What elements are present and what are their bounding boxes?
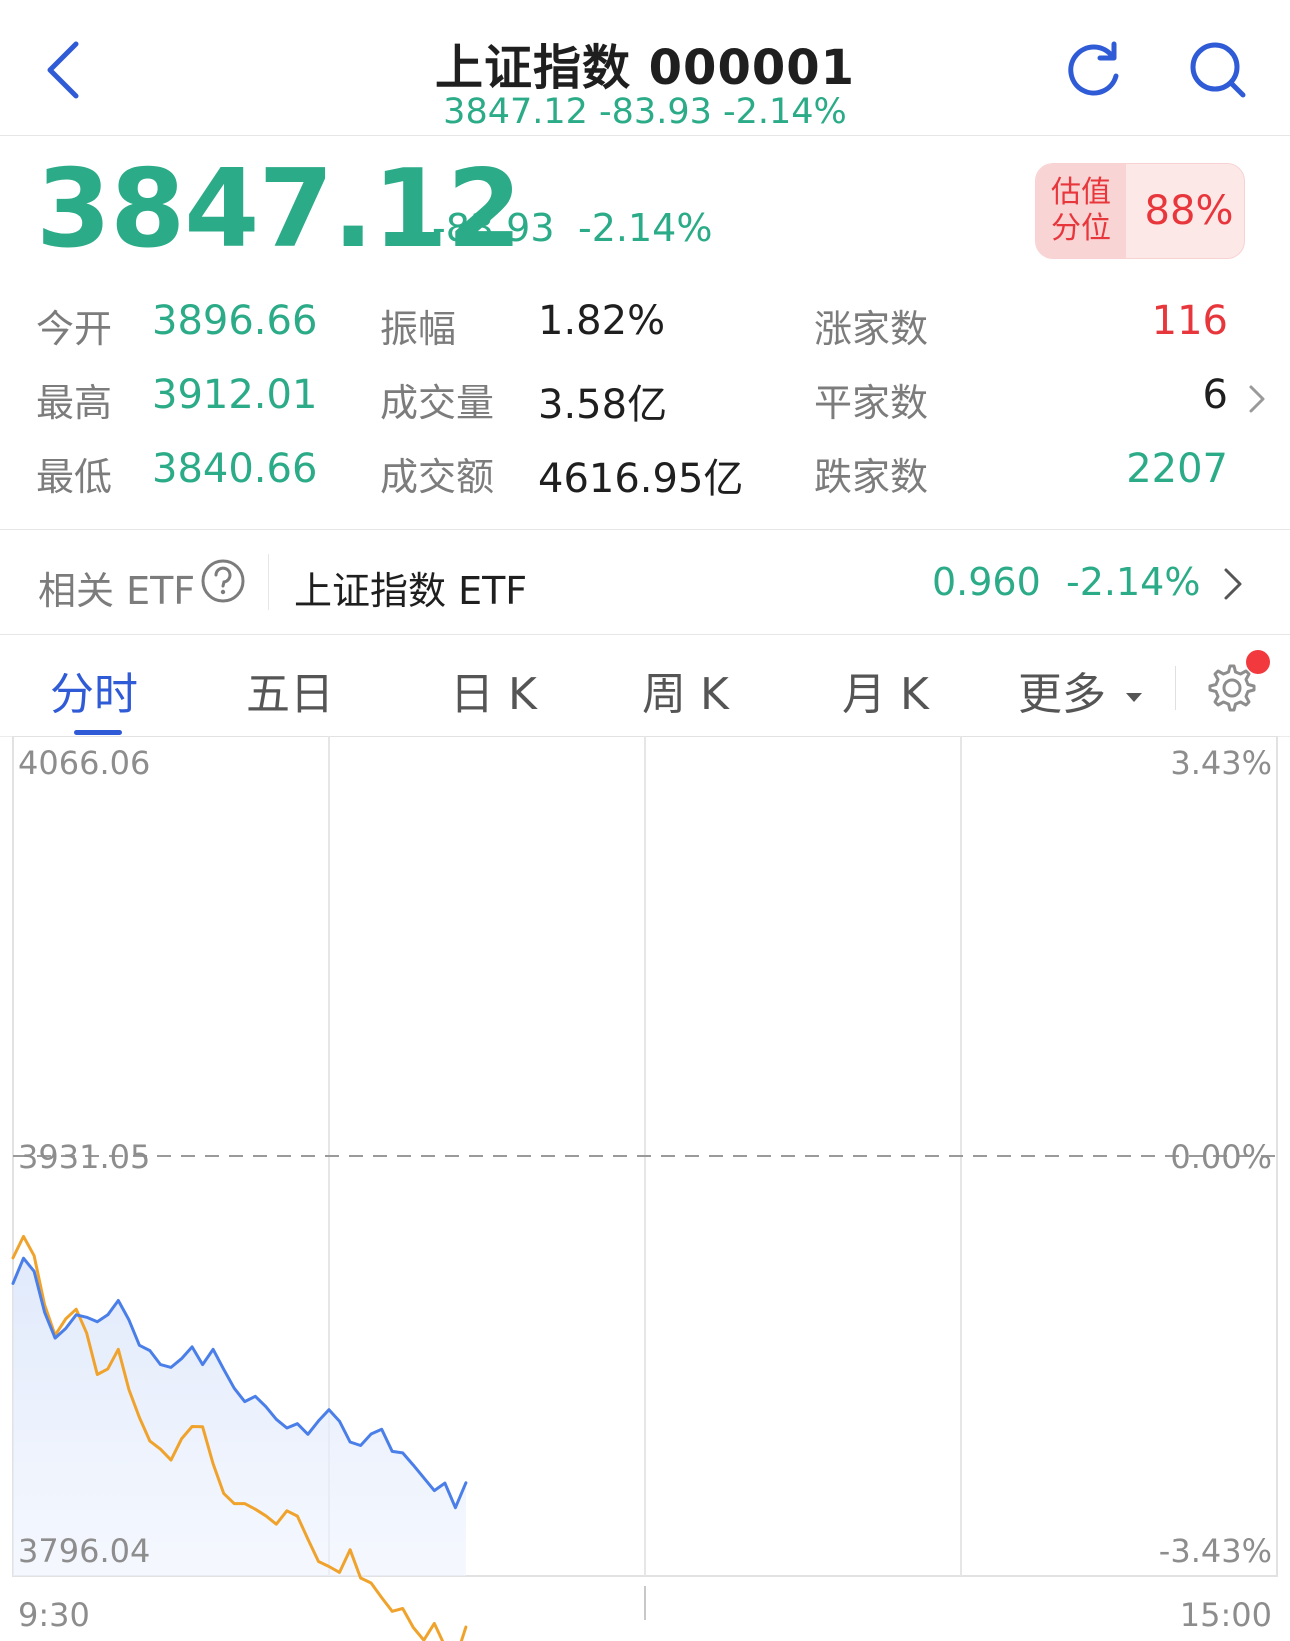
low-label: 最低 xyxy=(36,455,113,499)
x-label-close: 15:00 xyxy=(1180,1596,1272,1634)
chevron-right-icon xyxy=(1224,568,1242,600)
valuation-percentile-label: 估值 分位 xyxy=(1036,164,1126,258)
refresh-icon[interactable] xyxy=(1062,38,1126,102)
etf-change-percent: -2.14% xyxy=(1066,560,1201,604)
tab-intraday[interactable]: 分时 xyxy=(50,658,138,722)
valuation-percentile-badge[interactable]: 估值 分位 88% xyxy=(1035,163,1245,259)
related-etf-row[interactable]: 相关 ETF 上证指数 ETF 0.960 -2.14% xyxy=(0,530,1290,634)
decliners-label: 跌家数 xyxy=(814,455,929,499)
active-tab-indicator xyxy=(74,730,122,735)
decliners-value: 2207 xyxy=(1126,446,1228,492)
y-label-pct-baseline: 0.00% xyxy=(1170,1138,1272,1176)
amplitude-label: 振幅 xyxy=(380,307,457,351)
unchanged-label: 平家数 xyxy=(814,381,929,425)
search-icon[interactable] xyxy=(1186,38,1250,102)
advancers-value: 116 xyxy=(1151,298,1228,344)
help-icon[interactable] xyxy=(200,558,246,604)
unchanged-value: 6 xyxy=(1202,372,1228,418)
open-label: 今开 xyxy=(36,307,113,351)
tab-monthly-k[interactable]: 月 K xyxy=(842,658,929,722)
price-change: -83.93 xyxy=(432,206,555,250)
turnover-label: 成交额 xyxy=(380,455,495,499)
high-label: 最高 xyxy=(36,381,113,425)
tab-weekly-k[interactable]: 周 K xyxy=(642,658,729,722)
tab-more[interactable]: 更多 xyxy=(1018,658,1144,722)
advancers-label: 涨家数 xyxy=(814,307,929,351)
etf-name: 上证指数 ETF xyxy=(294,569,528,613)
breadth-chevron-icon[interactable] xyxy=(1248,384,1266,414)
high-value: 3912.01 xyxy=(152,372,318,418)
tabs-separator xyxy=(1175,666,1176,710)
y-label-pct-min: -3.43% xyxy=(1159,1532,1272,1570)
turnover-value: 4616.95亿 xyxy=(538,456,744,502)
amplitude-value: 1.82% xyxy=(538,298,666,344)
x-label-open: 9:30 xyxy=(18,1596,90,1634)
volume-label: 成交量 xyxy=(380,381,495,425)
tab-five-day[interactable]: 五日 xyxy=(246,658,334,722)
y-label-pct-max: 3.43% xyxy=(1170,744,1272,782)
header-bar: 上证指数 000001 3847.12 -83.93 -2.14% xyxy=(0,0,1290,135)
header-divider xyxy=(0,135,1290,136)
dropdown-caret-icon xyxy=(1126,693,1142,702)
etf-price: 0.960 xyxy=(932,560,1041,604)
price-change-percent: -2.14% xyxy=(578,206,713,250)
chart-period-tabs: 分时 五日 日 K 周 K 月 K 更多 xyxy=(0,636,1290,736)
notification-dot xyxy=(1246,650,1270,674)
intraday-chart[interactable]: 4066.06 3931.05 3796.04 3.43% 0.00% -3.43% 9:3… xyxy=(0,736,1290,1641)
y-label-baseline: 3931.05 xyxy=(18,1138,150,1176)
open-value: 3896.66 xyxy=(152,298,318,344)
related-etf-label: 相关 ETF xyxy=(38,569,196,613)
etf-separator xyxy=(268,554,269,610)
y-label-min: 3796.04 xyxy=(18,1532,150,1570)
valuation-percentile-value: 88% xyxy=(1144,188,1234,234)
etf-divider xyxy=(0,634,1290,635)
price-area-fill xyxy=(13,1258,466,1576)
y-label-max: 4066.06 xyxy=(18,744,150,782)
tab-daily-k[interactable]: 日 K xyxy=(450,658,537,722)
volume-value: 3.58亿 xyxy=(538,382,668,428)
low-value: 3840.66 xyxy=(152,446,318,492)
tab-more-label: 更多 xyxy=(1018,669,1106,720)
